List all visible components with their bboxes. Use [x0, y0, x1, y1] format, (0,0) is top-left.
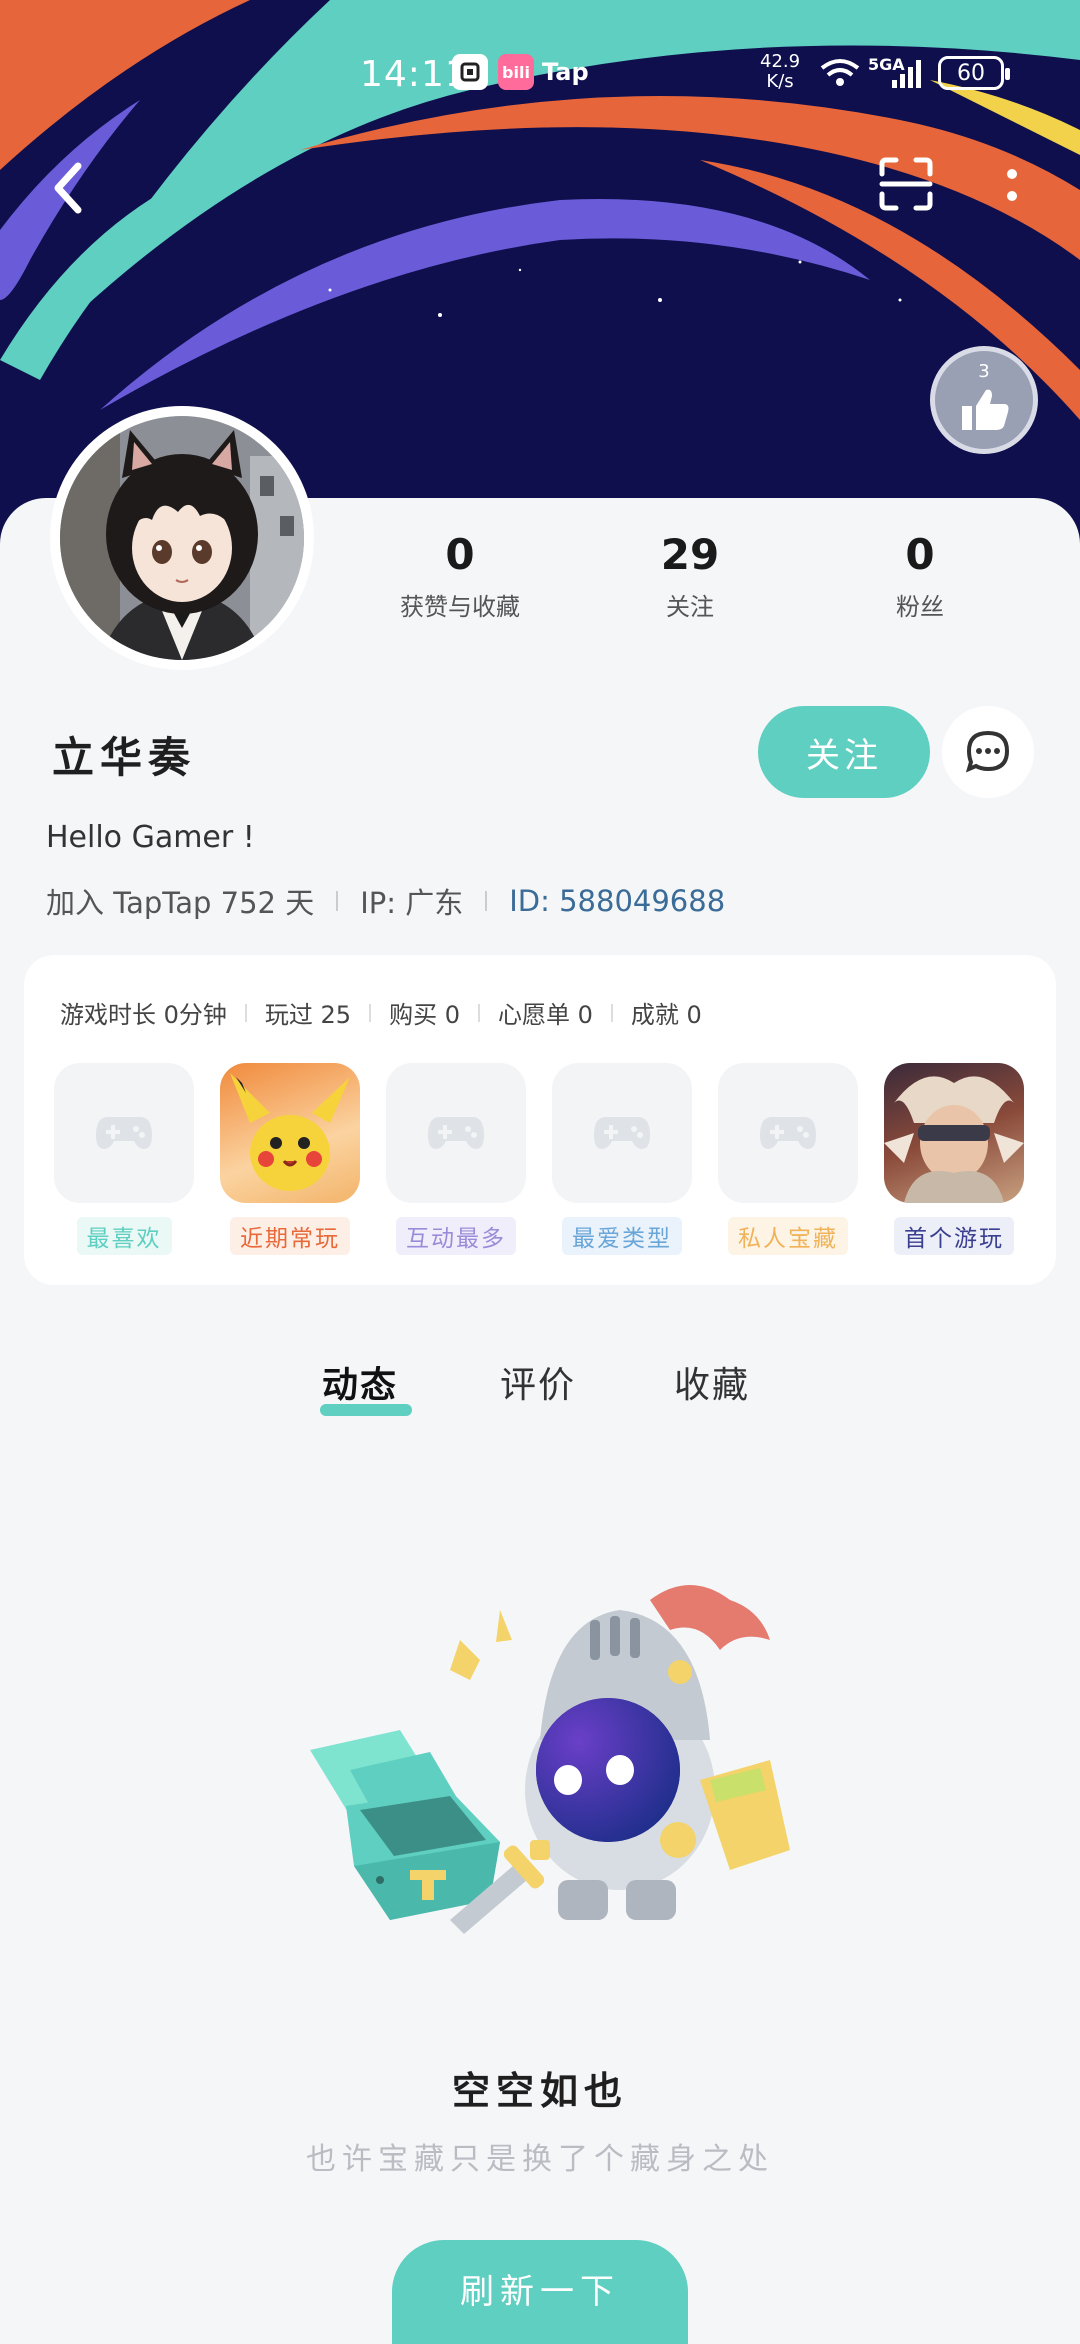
tile-recent[interactable]: 近期常玩 — [220, 1063, 360, 1255]
games-stats: 游戏时长 0分钟 玩过 25 购买 0 心愿单 0 成就 0 — [60, 995, 702, 1030]
divider — [336, 891, 339, 911]
divider — [485, 891, 488, 911]
status-bar: 14:11 bili Tap 42.9 K/s 5GA 60 — [0, 40, 1080, 110]
purchased-count: 购买 0 — [389, 1001, 460, 1029]
scan-button[interactable] — [878, 156, 934, 212]
empty-state-title: 空空如也 — [451, 2069, 628, 2113]
tile-treasure[interactable]: 私人宝藏 — [718, 1063, 858, 1255]
gamepad-icon — [96, 1117, 152, 1149]
divider — [477, 1003, 480, 1022]
tile-label: 首个游玩 — [894, 1217, 1014, 1255]
divider — [610, 1003, 613, 1022]
empty-state-subtitle: 也许宝藏只是换了个藏身之处 — [306, 2142, 774, 2177]
likes-badge[interactable]: 3 — [930, 346, 1038, 454]
stat-followers[interactable]: 0 粉丝 — [820, 530, 1020, 622]
more-button[interactable] — [1002, 166, 1022, 210]
divider — [244, 1003, 247, 1022]
avatar[interactable] — [50, 406, 314, 670]
tile-first[interactable]: 首个游玩 — [884, 1063, 1024, 1255]
gamepad-icon — [428, 1117, 484, 1149]
ip-location: IP: 广东 — [360, 886, 464, 920]
game-cover-pikachu — [230, 1073, 350, 1191]
played-count: 玩过 25 — [264, 1001, 352, 1029]
refresh-button[interactable]: 刷新一下 — [392, 2240, 688, 2344]
message-button[interactable] — [942, 706, 1034, 798]
stat-following[interactable]: 29 关注 — [590, 530, 790, 622]
tile-label: 近期常玩 — [230, 1217, 350, 1255]
follow-button[interactable]: 关注 — [758, 706, 930, 798]
empty-state-illustration — [290, 1580, 830, 1970]
chat-bubble-icon — [965, 730, 1010, 773]
tile-label: 最爱类型 — [562, 1217, 682, 1255]
wishlist-count: 心愿单 0 — [497, 1001, 593, 1029]
divider — [369, 1003, 372, 1022]
battery-indicator: 60 — [938, 56, 1010, 90]
tab-posts[interactable]: 动态 — [322, 1356, 398, 1408]
bilibili-app-icon: bili — [498, 54, 534, 90]
tap-app-icon: Tap — [542, 58, 589, 86]
tile-label: 私人宝藏 — [728, 1217, 848, 1255]
profile-meta: 加入 TapTap 752 天 IP: 广东 ID: 588049688 — [46, 880, 725, 922]
avatar-image — [60, 416, 304, 660]
username: 立华奏 — [52, 733, 197, 782]
more-vertical-icon — [1007, 169, 1017, 201]
signal-icons: 5GA — [820, 54, 930, 103]
achievement-count: 成就 0 — [630, 1001, 702, 1029]
join-duration: 加入 TapTap 752 天 — [46, 886, 315, 920]
chevron-left-icon — [54, 162, 82, 214]
thumbs-up-icon — [962, 389, 1009, 430]
net-speed: 42.9 K/s — [760, 51, 801, 92]
play-time: 游戏时长 0分钟 — [60, 1001, 227, 1029]
user-id[interactable]: ID: 588049688 — [509, 884, 725, 918]
scan-icon — [879, 157, 933, 211]
game-cover-character — [884, 1076, 1024, 1203]
gamepad-icon — [594, 1117, 650, 1149]
back-button[interactable] — [48, 160, 88, 216]
tile-label: 最喜欢 — [76, 1217, 172, 1255]
tile-label: 互动最多 — [396, 1217, 516, 1255]
tab-collections[interactable]: 收藏 — [674, 1356, 750, 1408]
tab-reviews[interactable]: 评价 — [500, 1356, 576, 1408]
bio: Hello Gamer ! — [46, 820, 255, 855]
games-card[interactable]: 游戏时长 0分钟 玩过 25 购买 0 心愿单 0 成就 0 最喜欢 近期常玩 — [24, 955, 1056, 1285]
gamepad-icon — [760, 1117, 816, 1149]
tile-genre[interactable]: 最爱类型 — [552, 1063, 692, 1255]
tile-interact[interactable]: 互动最多 — [386, 1063, 526, 1255]
tile-favorite[interactable]: 最喜欢 — [54, 1063, 194, 1255]
notification-app-icon — [452, 54, 488, 90]
stat-likes[interactable]: 0 获赞与收藏 — [360, 530, 560, 622]
svg-text:5GA: 5GA — [868, 55, 905, 74]
